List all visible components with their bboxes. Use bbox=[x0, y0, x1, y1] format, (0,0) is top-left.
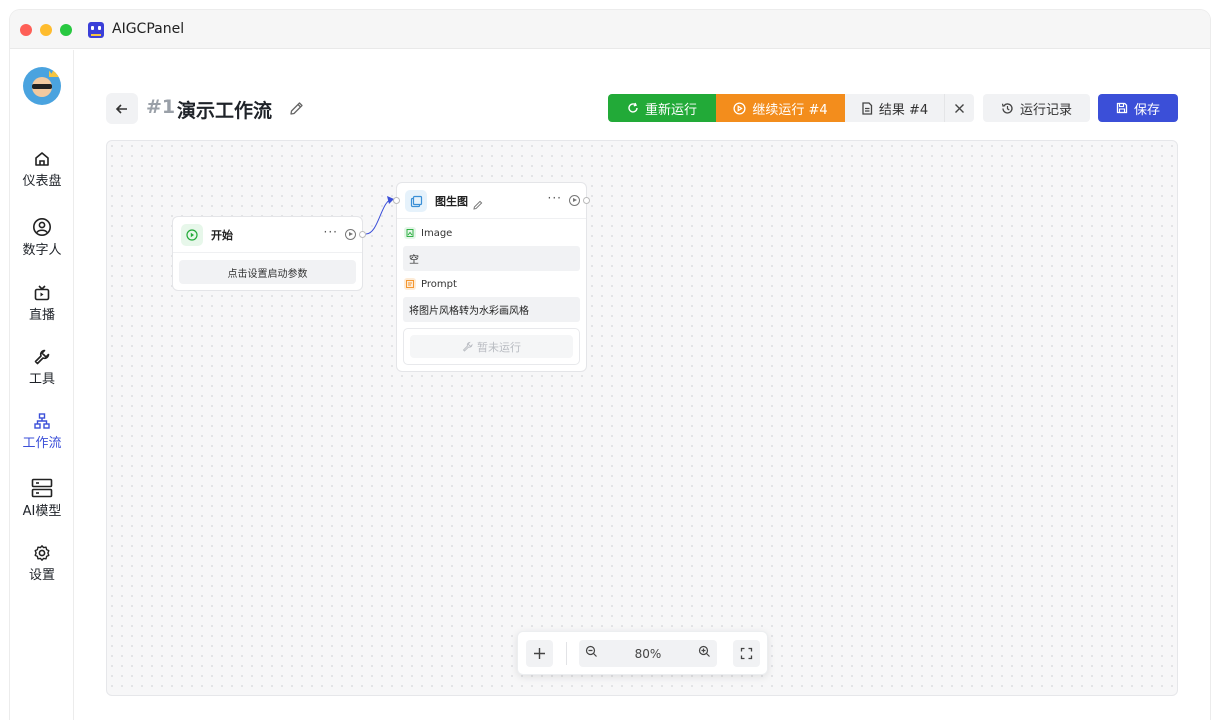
sidebar-item-ai-model[interactable]: AI模型 bbox=[10, 478, 74, 528]
home-icon bbox=[35, 152, 49, 166]
sidebar-item-label: 设置 bbox=[28, 568, 55, 583]
history-icon bbox=[1001, 102, 1013, 114]
copy-image-icon bbox=[405, 190, 427, 212]
output-port[interactable] bbox=[359, 231, 366, 238]
wrench-icon bbox=[462, 341, 473, 352]
close-icon bbox=[955, 103, 964, 113]
zoom-out-button[interactable] bbox=[585, 645, 598, 662]
zoom-in-button[interactable] bbox=[698, 645, 711, 662]
image-icon bbox=[404, 227, 416, 239]
edit-title-icon[interactable] bbox=[289, 101, 304, 120]
back-button[interactable] bbox=[106, 93, 138, 124]
tv-icon bbox=[34, 285, 50, 301]
input-port[interactable] bbox=[393, 197, 400, 204]
wrench-icon bbox=[34, 349, 50, 365]
prompt-field-value[interactable]: 将图片风格转为水彩画风格 bbox=[403, 297, 580, 322]
play-circle-icon bbox=[181, 224, 203, 246]
plus-icon bbox=[534, 648, 545, 659]
toolbar-divider bbox=[566, 642, 567, 665]
img2img-node[interactable]: 图生图 ··· Image 空 Prompt 将图片风格转为水彩画风格 暂未运行 bbox=[393, 182, 590, 372]
output-port[interactable] bbox=[583, 197, 590, 204]
continue-run-button[interactable]: 继续运行 #4 bbox=[716, 94, 845, 122]
sidebar-item-label: 直播 bbox=[28, 308, 55, 323]
sidebar-item-live[interactable]: 直播 bbox=[10, 284, 74, 334]
sidebar-item-workflow[interactable]: 工作流 bbox=[10, 412, 74, 462]
title-bar: AIGCPanel bbox=[10, 10, 1210, 49]
rerun-button[interactable]: 重新运行 bbox=[608, 94, 716, 122]
zoom-in-icon bbox=[698, 645, 710, 657]
node-more-menu[interactable]: ··· bbox=[548, 191, 562, 205]
app-logo-icon bbox=[88, 22, 104, 38]
sidebar-item-label: 工作流 bbox=[22, 436, 62, 451]
sidebar-item-dashboard[interactable]: 仪表盘 bbox=[10, 150, 74, 200]
fullscreen-icon bbox=[740, 647, 753, 660]
node-run-icon[interactable] bbox=[345, 229, 356, 240]
zoom-control: 80% bbox=[579, 640, 717, 667]
sidebar-item-digital-human[interactable]: 数字人 bbox=[10, 217, 74, 267]
sidebar-item-label: 工具 bbox=[28, 372, 55, 387]
arrow-left-icon bbox=[115, 103, 127, 114]
not-run-label: 暂未运行 bbox=[477, 340, 521, 354]
sidebar-item-label: 数字人 bbox=[22, 243, 62, 258]
rerun-label: 重新运行 bbox=[644, 102, 697, 118]
server-icon bbox=[31, 478, 53, 498]
node-header: 图生图 ··· bbox=[397, 183, 586, 219]
node-title: 开始 bbox=[211, 229, 233, 242]
prompt-field-label: Prompt bbox=[404, 278, 457, 290]
run-history-button[interactable]: 运行记录 bbox=[983, 94, 1090, 122]
workflow-icon bbox=[34, 413, 50, 429]
image-field-value[interactable]: 空 bbox=[403, 246, 580, 271]
sidebar-item-tools[interactable]: 工具 bbox=[10, 348, 74, 398]
maximize-window-button[interactable] bbox=[60, 24, 72, 36]
sidebar-item-label: AI模型 bbox=[22, 504, 62, 519]
refresh-icon bbox=[628, 102, 638, 113]
app-title: AIGCPanel bbox=[112, 21, 185, 37]
close-window-button[interactable] bbox=[20, 24, 32, 36]
continue-run-label: 继续运行 #4 bbox=[752, 102, 828, 118]
save-label: 保存 bbox=[1133, 102, 1160, 118]
app-window: AIGCPanel 仪表盘 数字人 直播 工具 工作流 AI模型 设置 #1 演… bbox=[10, 10, 1210, 720]
gear-icon bbox=[34, 545, 50, 561]
result-button[interactable]: 结果 #4 bbox=[845, 94, 944, 122]
text-icon bbox=[404, 278, 416, 290]
node-title: 图生图 bbox=[435, 195, 468, 208]
document-icon bbox=[862, 101, 872, 115]
not-run-status: 暂未运行 bbox=[410, 335, 573, 358]
save-icon bbox=[1116, 102, 1128, 114]
fit-view-button[interactable] bbox=[733, 640, 760, 667]
run-history-label: 运行记录 bbox=[1019, 102, 1072, 118]
play-circle-icon bbox=[733, 101, 746, 115]
node-result-area: 暂未运行 bbox=[403, 328, 580, 365]
close-result-button[interactable] bbox=[944, 94, 974, 122]
sidebar-item-label: 仪表盘 bbox=[22, 174, 62, 189]
workflow-id: #1 bbox=[146, 96, 176, 118]
image-field-label: Image bbox=[404, 227, 452, 239]
result-label: 结果 #4 bbox=[878, 102, 929, 118]
minimize-window-button[interactable] bbox=[40, 24, 52, 36]
node-header: 开始 ··· bbox=[173, 217, 362, 253]
workflow-canvas[interactable]: 开始 ··· 点击设置启动参数 图生图 ··· Image 空 Prompt 将… bbox=[106, 140, 1178, 696]
avatar[interactable] bbox=[23, 67, 61, 105]
save-button[interactable]: 保存 bbox=[1098, 94, 1178, 122]
page-title: 演示工作流 bbox=[177, 100, 273, 122]
sidebar-item-settings[interactable]: 设置 bbox=[10, 544, 74, 594]
field-label-text: Image bbox=[421, 227, 453, 239]
main-content: #1 演示工作流 重新运行 继续运行 #4 结果 #4 运行记录 保存 开始 ·… bbox=[74, 50, 1210, 720]
zoom-level: 80% bbox=[634, 646, 662, 661]
node-run-icon[interactable] bbox=[569, 195, 580, 206]
edit-node-icon[interactable] bbox=[473, 195, 483, 214]
node-more-menu[interactable]: ··· bbox=[324, 225, 338, 239]
add-node-button[interactable] bbox=[526, 640, 553, 667]
set-start-params-button[interactable]: 点击设置启动参数 bbox=[179, 260, 356, 284]
sidebar: 仪表盘 数字人 直播 工具 工作流 AI模型 设置 bbox=[10, 50, 74, 720]
field-label-text: Prompt bbox=[421, 278, 457, 290]
user-circle-icon bbox=[33, 218, 51, 236]
zoom-out-icon bbox=[585, 645, 597, 657]
zoom-toolbar: 80% bbox=[517, 631, 768, 675]
start-node[interactable]: 开始 ··· 点击设置启动参数 bbox=[172, 216, 366, 291]
